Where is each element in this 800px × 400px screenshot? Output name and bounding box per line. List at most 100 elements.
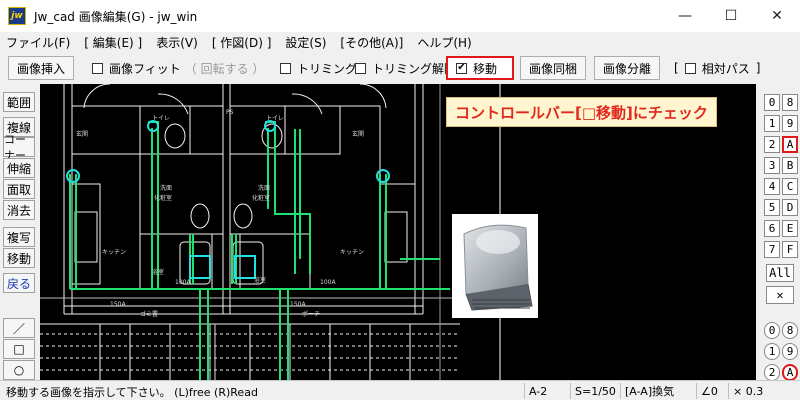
group-a[interactable]: A [782, 364, 798, 381]
layer-2[interactable]: 2 [764, 136, 780, 153]
bracket-open: [ [674, 61, 679, 75]
layer-a[interactable]: A [782, 136, 798, 153]
vent-hood-picture [463, 224, 533, 311]
label-kitchen-left: キッチン [102, 249, 126, 256]
tool-corner[interactable]: コーナー [3, 133, 35, 162]
layer-8[interactable]: 8 [782, 94, 798, 111]
label-garbage: ゴミ置 [140, 310, 158, 318]
window-title: Jw_cad 画像編集(G) - jw_win [34, 9, 198, 24]
image-fit-checkbox[interactable]: 画像フィット （ 回転する ） [92, 56, 264, 80]
group-9[interactable]: 9 [782, 343, 798, 360]
menu-view[interactable]: 表示(V) [156, 34, 198, 51]
status-scale[interactable]: S=1/50 [570, 383, 620, 399]
floor-plan: 玄関 トイレ PS トイレ 玄関 洗面 化粧室 洗面 化粧室 キッチン 浴室 浴… [40, 84, 501, 380]
drawing-canvas[interactable]: 玄関 トイレ PS トイレ 玄関 洗面 化粧室 洗面 化粧室 キッチン 浴室 浴… [40, 84, 756, 380]
label-washroom-right: 洗面 [258, 184, 270, 192]
instruction-callout: コントロールバー[□移動]にチェック [446, 97, 717, 127]
label-bath-right: 浴室 [254, 276, 266, 284]
layer-3[interactable]: 3 [764, 157, 780, 174]
minimize-button[interactable]: — [662, 0, 708, 32]
move-label: 移動 [473, 61, 498, 76]
group-2[interactable]: 2 [764, 364, 780, 381]
layer-c[interactable]: C [782, 178, 798, 195]
label-vanity-right: 化粧室 [252, 194, 270, 202]
separate-image-button[interactable]: 画像分離 [594, 56, 660, 80]
status-bar: 移動する画像を指示して下さい。 (L)free (R)Read A-2 S=1/… [0, 380, 800, 400]
line-tool-icon[interactable]: ／ [3, 318, 35, 338]
label-washroom-left: 洗面 [160, 184, 172, 192]
tool-erase[interactable]: 消去 [3, 200, 35, 220]
trimming-label: トリミング [297, 61, 358, 76]
layer-6[interactable]: 6 [764, 220, 780, 237]
layer-d[interactable]: D [782, 199, 798, 216]
checkbox-icon [355, 62, 366, 74]
app-icon: jw [8, 7, 26, 25]
layer-e[interactable]: E [782, 220, 798, 237]
move-checkbox[interactable]: ✔ 移動 [446, 56, 514, 80]
checkbox-icon [684, 62, 696, 74]
status-angle[interactable]: ∠0 [696, 383, 728, 399]
maximize-button[interactable]: ☐ [708, 0, 754, 32]
checkbox-icon [92, 62, 103, 74]
layer-9[interactable]: 9 [782, 115, 798, 132]
label-100a-left: 100A [175, 279, 191, 286]
label-ps: PS [226, 109, 234, 116]
layer-palette: 0 8 1 9 2 A 3 B 4 C 5 D 6 E 7 F All ✕ 0 … [758, 84, 800, 381]
group-8[interactable]: 8 [782, 322, 798, 339]
layer-f[interactable]: F [782, 241, 798, 258]
status-message: 移動する画像を指示して下さい。 (L)free (R)Read [6, 386, 258, 399]
label-150a-right: 150A [290, 301, 306, 308]
tool-copy[interactable]: 複写 [3, 227, 35, 247]
layer-close-icon[interactable]: ✕ [766, 286, 794, 304]
label-entrance-left: 玄関 [76, 130, 88, 138]
layer-4[interactable]: 4 [764, 178, 780, 195]
group-1[interactable]: 1 [764, 343, 780, 360]
close-button[interactable]: ✕ [754, 0, 800, 32]
layer-all-button[interactable]: All [766, 264, 794, 282]
menu-file[interactable]: ファイル(F) [6, 34, 70, 51]
menu-other[interactable]: [その他(A)] [340, 34, 403, 51]
menu-bar: ファイル(F) [ 編集(E) ] 表示(V) [ 作図(D) ] 設定(S) … [0, 32, 800, 52]
layer-0[interactable]: 0 [764, 94, 780, 111]
layer-7[interactable]: 7 [764, 241, 780, 258]
menu-settings[interactable]: 設定(S) [285, 34, 326, 51]
layer-1[interactable]: 1 [764, 115, 780, 132]
title-bar: jw Jw_cad 画像編集(G) - jw_win — ☐ ✕ [0, 0, 800, 32]
checkbox-icon [280, 62, 291, 74]
layer-5[interactable]: 5 [764, 199, 780, 216]
menu-draw[interactable]: [ 作図(D) ] [212, 34, 272, 51]
relative-path-checkbox[interactable]: [ 相対パス ] [674, 56, 760, 80]
label-toilet-right: トイレ [266, 115, 284, 122]
bracket-close: ] [755, 61, 761, 75]
tool-undo[interactable]: 戻る [3, 273, 35, 293]
tool-stretch[interactable]: 伸縮 [3, 158, 35, 178]
label-entrance-right: 玄関 [352, 130, 364, 138]
left-tool-palette: 範囲 複線 コーナー 伸縮 面取 消去 複写 移動 戻る ／ □ ○ [0, 84, 38, 380]
tool-range[interactable]: 範囲 [3, 92, 35, 112]
group-0[interactable]: 0 [764, 322, 780, 339]
label-100a-right: 100A [320, 279, 336, 286]
circle-tool-icon[interactable]: ○ [3, 360, 35, 380]
status-layer[interactable]: [A-A]換気 [620, 383, 696, 399]
insert-image-button[interactable]: 画像挿入 [8, 56, 74, 80]
bundle-image-button[interactable]: 画像同梱 [520, 56, 586, 80]
relative-path-label: 相対パス [701, 61, 750, 76]
rotate-label: （ 回転する ） [184, 61, 265, 76]
trimming-cancel-label: トリミング解除 [372, 61, 457, 76]
label-toilet-left: トイレ [152, 115, 170, 122]
tool-move[interactable]: 移動 [3, 248, 35, 268]
label-porch: ポーチ [302, 310, 320, 318]
menu-edit[interactable]: [ 編集(E) ] [84, 34, 142, 51]
status-multiplier[interactable]: × 0.3 [728, 383, 798, 399]
label-vanity-left: 化粧室 [154, 194, 172, 202]
layer-b[interactable]: B [782, 157, 798, 174]
trimming-checkbox[interactable]: トリミング [280, 56, 357, 80]
checkmark-icon: ✔ [456, 62, 467, 74]
vent-hood-image[interactable] [452, 214, 538, 318]
menu-help[interactable]: ヘルプ(H) [417, 34, 471, 51]
rect-tool-icon[interactable]: □ [3, 339, 35, 359]
tool-chamfer[interactable]: 面取 [3, 179, 35, 199]
status-paper[interactable]: A-2 [524, 383, 570, 399]
label-150a-left: 150A [110, 301, 126, 308]
trimming-cancel-checkbox[interactable]: トリミング解除 [355, 56, 456, 80]
